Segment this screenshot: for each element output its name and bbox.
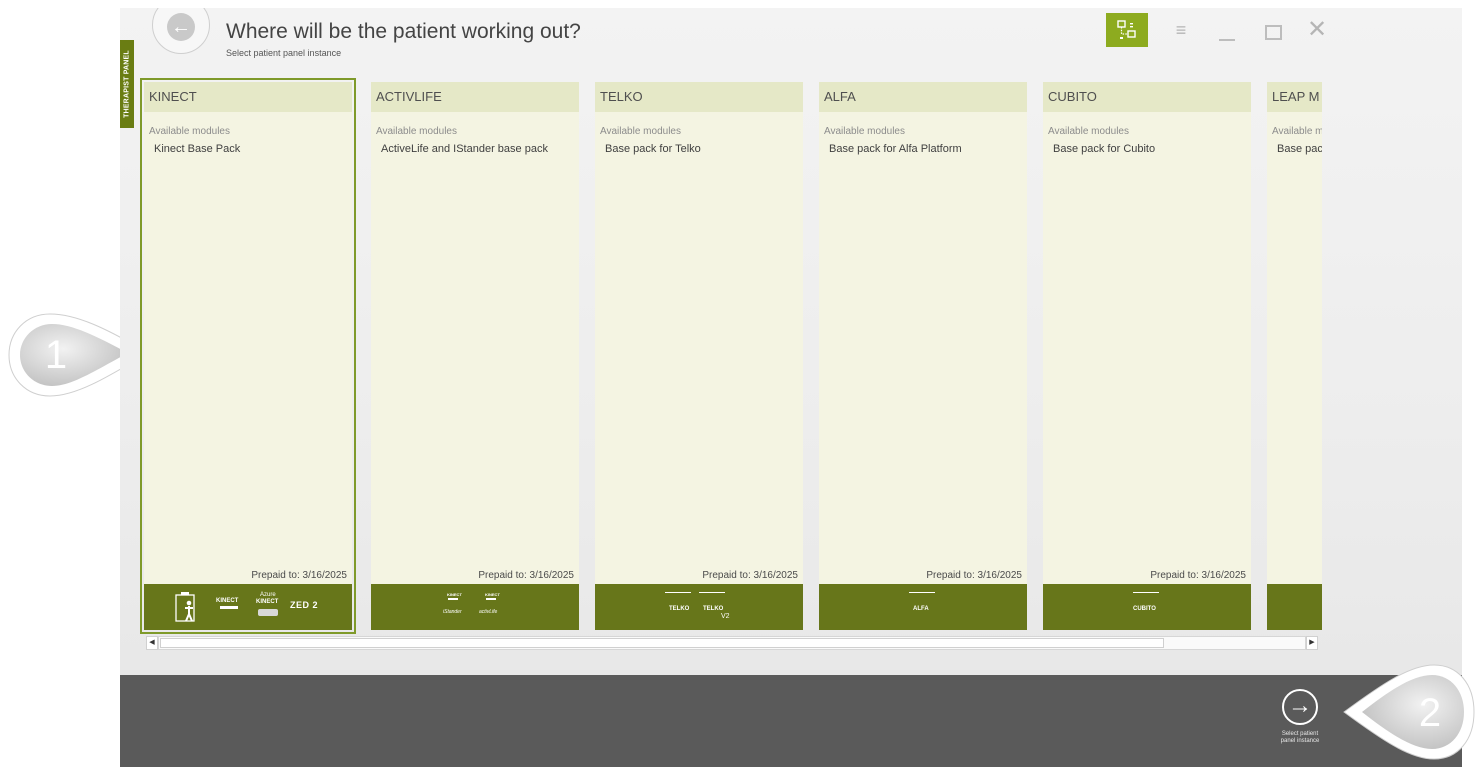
scrollbar-thumb[interactable] (160, 638, 1164, 648)
next-button[interactable]: → (1282, 689, 1318, 725)
panel-cards-list: KINECT Available modules Kinect Base Pac… (140, 78, 1322, 638)
telko-v2-label: V2 (721, 613, 730, 620)
panel-card-activlife[interactable]: ACTIVLIFE Available modules ActiveLife a… (371, 82, 579, 630)
cubito-logo: CUBITO (1133, 606, 1156, 612)
minimize-icon[interactable] (1213, 13, 1243, 47)
card-title: ALFA (819, 82, 1027, 112)
azure-kinect-logo: KINECT (256, 599, 279, 605)
panel-card-kinect[interactable]: KINECT Available modules Kinect Base Pac… (140, 78, 356, 634)
bottom-action-bar: → Select patient panel instance (120, 675, 1462, 767)
panel-card-telko[interactable]: TELKO Available modules Base pack for Te… (595, 82, 803, 630)
app-window: THERAPIST PANEL ← Where will be the pati… (120, 8, 1462, 767)
card-title: TELKO (595, 82, 803, 112)
maximize-icon[interactable] (1258, 13, 1288, 47)
callout-2: 2 (1343, 664, 1475, 760)
card-logos: TELKO TELKO V2 (595, 584, 803, 630)
page-title: Where will be the patient working out? (226, 20, 581, 43)
module-name: Base pack for Telko (605, 143, 701, 155)
modules-label: Available modules (376, 126, 457, 137)
prepaid-date: Prepaid to: 3/16/2025 (1150, 570, 1246, 581)
module-name: Base pack for Alfa Platform (829, 143, 962, 155)
prepaid-date: Prepaid to: 3/16/2025 (702, 570, 798, 581)
prepaid-date: Prepaid to: 3/16/2025 (251, 570, 347, 581)
module-name: ActiveLife and IStander base pack (381, 143, 548, 155)
arrow-left-icon: ← (167, 13, 195, 41)
prepaid-date: Prepaid to: 3/16/2025 (478, 570, 574, 581)
therapist-panel-tab[interactable]: THERAPIST PANEL (120, 40, 134, 128)
card-title: KINECT (144, 82, 352, 112)
panel-card-alfa[interactable]: ALFA Available modules Base pack for Alf… (819, 82, 1027, 630)
prepaid-date: Prepaid to: 3/16/2025 (926, 570, 1022, 581)
arrow-right-icon: → (1288, 692, 1312, 719)
kinect-figure-icon (175, 592, 195, 622)
telko-logo: TELKO (669, 606, 690, 612)
panel-toggle-button[interactable] (1106, 13, 1148, 47)
card-title: ACTIVLIFE (371, 82, 579, 112)
card-logos: KINECT Azure KINECT ZED 2 (144, 584, 352, 630)
kinect-logo: KINECT (485, 592, 500, 597)
callout-2-number: 2 (1419, 691, 1441, 735)
scroll-left-icon[interactable]: ◀ (146, 636, 158, 650)
page-subtitle: Select patient panel instance (226, 48, 342, 58)
therapist-panel-tab-label: THERAPIST PANEL (123, 50, 131, 118)
activlife-logo: activLife (479, 609, 498, 615)
card-logos: KINECT KINECT iStander activLife (371, 584, 579, 630)
sliders-icon[interactable]: ≡ (1168, 13, 1194, 47)
kinect-logo: KINECT (447, 592, 462, 597)
alfa-logo: ALFA (913, 606, 929, 612)
panel-card-leap-motion[interactable]: LEAP M Available m Base pacl (1267, 82, 1322, 630)
telko-v2-logo: TELKO (703, 606, 724, 612)
card-logos: ALFA (819, 584, 1027, 630)
panel-card-cubito[interactable]: CUBITO Available modules Base pack for C… (1043, 82, 1251, 630)
card-logos (1267, 584, 1322, 630)
callout-1-number: 1 (45, 333, 67, 377)
kinect-logo: KINECT (216, 598, 239, 604)
modules-label: Available modules (824, 126, 905, 137)
modules-label: Available modules (600, 126, 681, 137)
panel-network-icon (1117, 20, 1136, 39)
module-name: Kinect Base Pack (154, 143, 241, 155)
card-title: LEAP M (1267, 82, 1322, 112)
scroll-right-icon[interactable]: ▶ (1306, 636, 1318, 650)
module-name: Base pack for Cubito (1053, 143, 1156, 155)
zed-2-logo: ZED 2 (290, 600, 319, 610)
next-button-label: Select patient panel instance (1280, 731, 1320, 744)
modules-label: Available modules (149, 126, 230, 137)
modules-label: Available m (1272, 126, 1322, 137)
close-icon[interactable]: ✕ (1300, 13, 1334, 47)
azure-label: Azure (260, 592, 276, 598)
modules-label: Available modules (1048, 126, 1129, 137)
back-button[interactable]: ← (152, 8, 210, 54)
module-name: Base pacl (1277, 143, 1322, 155)
istander-logo: iStander (443, 609, 462, 615)
horizontal-scrollbar[interactable]: ◀ ▶ (146, 636, 1318, 650)
card-logos: CUBITO (1043, 584, 1251, 630)
card-title: CUBITO (1043, 82, 1251, 112)
